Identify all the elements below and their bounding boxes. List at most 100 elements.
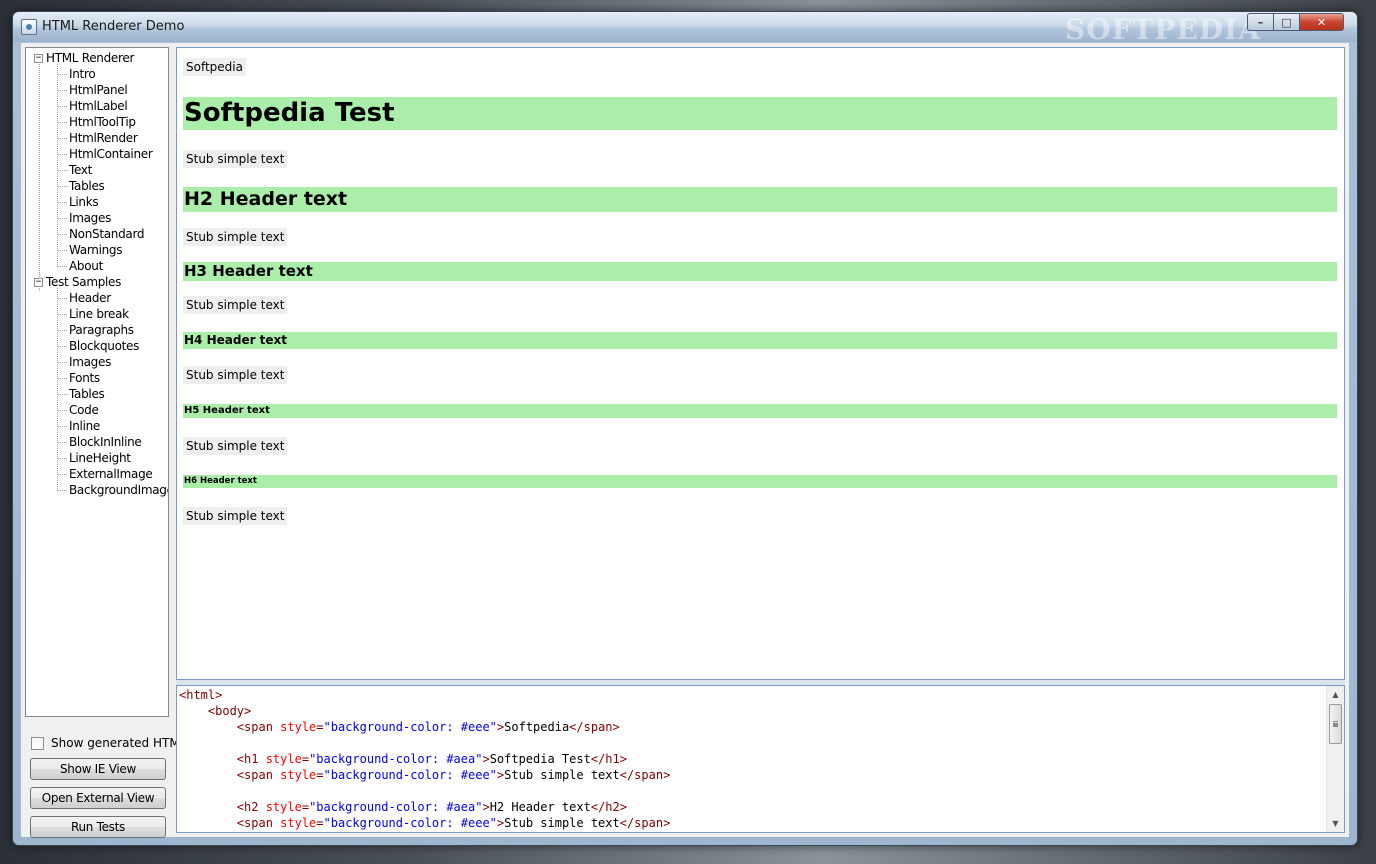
tree-item[interactable]: Images [56,210,111,226]
tree-item[interactable]: Links [56,194,99,210]
source-token: <h1 [179,752,266,766]
source-token: Softpedia [504,720,570,734]
source-line: <span style="background-color: #eee">Stu… [179,815,671,831]
source-line: <body> [179,703,251,719]
tree-item[interactable]: Warnings [56,242,123,258]
tree-item[interactable]: ExternalImage [56,466,153,482]
tree-item[interactable]: Intro [56,66,96,82]
stub-text: Stub simple text [183,228,288,246]
client-area: − HTML Renderer Intro HtmlPanel HtmlLabel Htm… [21,43,1349,838]
source-token: = [301,752,310,766]
source-token: style [280,816,317,830]
run-tests-button[interactable]: Run Tests [30,816,166,838]
tree-guide-line [39,64,40,291]
source-token: Stub simple text [504,768,620,782]
show-ie-view-button[interactable]: Show IE View [30,758,166,780]
source-token: = [301,800,310,814]
softpedia-watermark: SOFTPEDIA [1065,13,1261,46]
tree-item[interactable]: Header [57,290,111,306]
tree-item[interactable]: NonStandard [56,226,145,242]
minimize-button[interactable]: – [1247,13,1274,31]
tree-item[interactable]: Line break [57,306,129,322]
tree-item[interactable]: Tables [56,386,105,402]
source-token: <body> [179,704,252,718]
source-token: > [482,800,490,814]
source-line: <h2 style="background-color: #aea">H2 He… [179,799,627,815]
tree-item[interactable]: HtmlPanel [56,82,128,98]
h3-header: H3 Header text [183,262,1337,281]
show-generated-html-label: Show generated HTML [51,736,187,750]
scroll-thumb[interactable] [1329,704,1342,744]
window-title: HTML Renderer Demo [42,19,185,34]
source-token: = [316,768,324,782]
h5-header: H5 Header text [183,404,1337,418]
show-generated-html-option[interactable]: Show generated HTML [31,736,186,750]
tree-item[interactable]: Blockquotes [56,338,139,354]
source-scrollbar[interactable]: ▲ ▼ [1326,686,1344,832]
source-token: = [316,720,324,734]
source-token: H2 Header text [489,800,591,814]
source-token: style [280,768,317,782]
source-token: style [265,800,302,814]
html-render-panel[interactable]: Softpedia Softpedia Test Stub simple tex… [176,47,1345,680]
tree-collapse-icon[interactable]: − [34,278,43,287]
source-token: <html> [179,688,223,702]
tree-group[interactable]: HTML Renderer [46,50,134,66]
source-token: <span [179,720,281,734]
tree-item[interactable]: HtmlRender [56,130,138,146]
tree-item[interactable]: BlockInInline [57,434,142,450]
source-token: <h2 [179,800,266,814]
tree-group[interactable]: Test Samples [46,274,121,290]
title-bar[interactable]: HTML Renderer Demo SOFTPEDIA – □ ✕ [13,12,1357,46]
show-generated-html-checkbox[interactable] [31,736,44,750]
stub-text: Stub simple text [183,437,288,455]
app-icon[interactable] [21,19,37,35]
source-token: "background-color: #aea" [309,752,483,766]
source-line: <span style="background-color: #eee">Sof… [179,719,620,735]
tree-item[interactable]: HtmlContainer [57,146,153,162]
source-token: </span> [569,720,620,734]
h2-header: H2 Header text [183,187,1337,212]
tree-item[interactable]: BackgroundImage [57,482,168,498]
tree-item[interactable]: Tables [56,178,105,194]
source-line: <html> [179,687,222,703]
source-token: = [316,816,324,830]
source-token: Softpedia Test [489,752,591,766]
scroll-down-arrow-icon[interactable]: ▼ [1327,815,1344,832]
source-line: <h1 style="background-color: #aea">Softp… [179,751,627,767]
samples-tree[interactable]: − HTML Renderer Intro HtmlPanel HtmlLabel Htm… [25,47,169,717]
scroll-up-arrow-icon[interactable]: ▲ [1327,686,1344,703]
tree-guide-line [57,64,58,267]
source-token: "background-color: #eee" [323,720,497,734]
tree-item[interactable]: HtmlToolTip [57,114,136,130]
source-token: </span> [619,816,671,830]
source-token: "background-color: #aea" [309,800,483,814]
source-token: "background-color: #eee" [323,816,497,830]
html-source-editor[interactable]: ▲ ▼ <html> <body> <span style="backgroun… [176,685,1345,833]
source-token: Stub simple text [504,816,620,830]
stub-text: Stub simple text [183,366,288,384]
tree-item[interactable]: Fonts [57,370,100,386]
tree-collapse-icon[interactable]: − [34,54,43,63]
tree-item[interactable]: Text [56,162,92,178]
stub-text: Stub simple text [183,296,288,314]
h1-header: Softpedia Test [183,97,1337,130]
source-token: style [265,752,302,766]
tree-item[interactable]: HtmlLabel [56,98,128,114]
open-external-view-button[interactable]: Open External View [30,787,166,809]
source-line: <span style="background-color: #eee">Stu… [179,767,671,783]
tree-item[interactable]: LineHeight [57,450,131,466]
source-token: "background-color: #eee" [323,768,497,782]
tree-item[interactable]: Code [57,402,99,418]
maximize-button[interactable]: □ [1273,13,1300,31]
close-button[interactable]: ✕ [1299,13,1344,31]
intro-span: Softpedia [183,58,246,76]
tree-item[interactable]: About [57,258,103,274]
stub-text: Stub simple text [183,507,288,525]
h6-header: H6 Header text [183,475,1337,488]
stub-text: Stub simple text [183,150,288,168]
tree-item[interactable]: Inline [56,418,100,434]
tree-item[interactable]: Paragraphs [57,322,134,338]
tree-item[interactable]: Images [56,354,111,370]
source-token: <span [179,768,281,782]
